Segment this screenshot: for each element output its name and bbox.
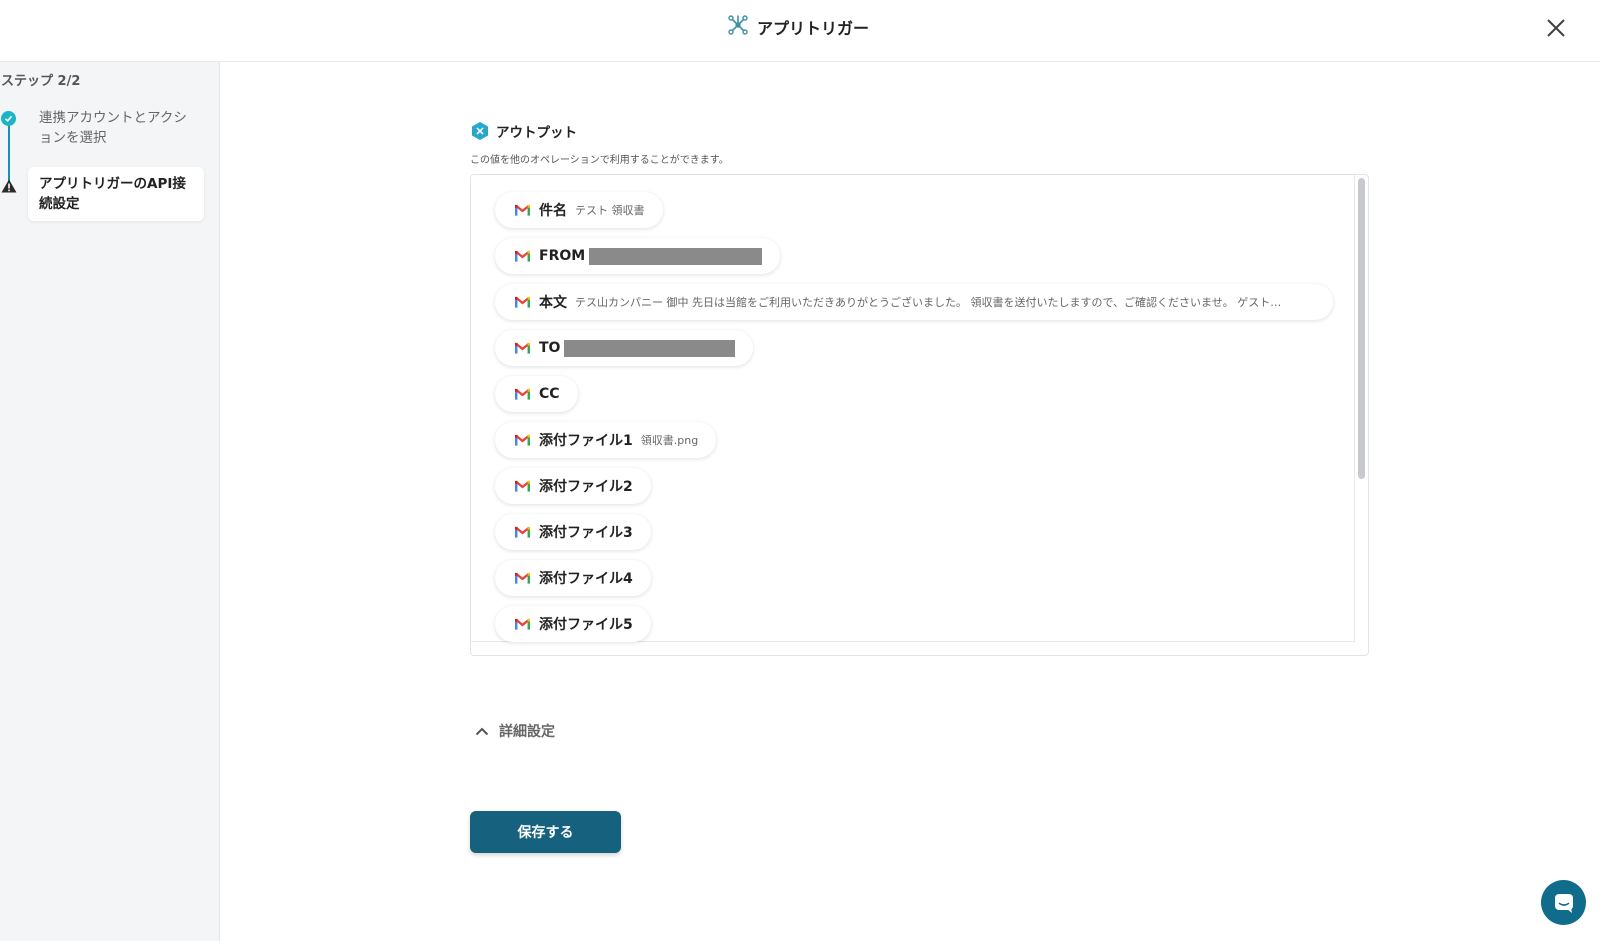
output-item-attachment-1[interactable]: 添付ファイル1 領収書.png (495, 422, 717, 458)
output-scrollbar-thumb[interactable] (1358, 178, 1365, 479)
header-title-text: アプリトリガー (757, 19, 870, 38)
output-item-label: FROM (539, 248, 586, 264)
output-item-label: 添付ファイル4 (539, 571, 633, 587)
output-item-to[interactable]: TO (495, 330, 754, 366)
close-icon (1547, 19, 1565, 37)
output-item-label: 添付ファイル1 (539, 433, 633, 449)
advanced-settings-label: 詳細設定 (499, 724, 555, 740)
output-item-label: TO (539, 340, 561, 356)
gmail-icon (515, 480, 530, 492)
save-button[interactable]: 保存する (470, 811, 621, 853)
gmail-icon (515, 204, 530, 216)
output-list-panel: 件名 テスト 領収書 FROM 本文 テス山カンパニー 御中 先日は当館をご利用… (470, 174, 1369, 656)
chevron-up-icon (475, 727, 489, 735)
output-item-label: CC (539, 386, 560, 402)
output-item-attachment-2[interactable]: 添付ファイル2 (495, 468, 651, 504)
steps-sidebar: ステップ 2/2 連携アカウントとアクションを選択 アプリトリガーのAPI接続設… (0, 62, 220, 941)
output-item-attachment-5[interactable]: 添付ファイル5 (495, 606, 651, 642)
output-item-subject[interactable]: 件名 テスト 領収書 (495, 192, 663, 228)
warning-icon (1, 179, 17, 193)
sidebar-step-select-account[interactable]: 連携アカウントとアクションを選択 (39, 108, 199, 148)
output-item-body[interactable]: 本文 テス山カンパニー 御中 先日は当館をご利用いただきありがとうございました。… (495, 284, 1333, 320)
redacted-value (564, 339, 736, 357)
gmail-icon (515, 296, 530, 308)
step-complete-check-icon (1, 111, 16, 126)
app-trigger-icon (727, 14, 749, 40)
gmail-icon (515, 572, 530, 584)
gmail-icon (515, 388, 530, 400)
output-description: この値を他のオペレーションで利用することができます。 (470, 155, 729, 166)
step-count: ステップ 2/2 (1, 74, 81, 89)
output-item-attachment-4[interactable]: 添付ファイル4 (495, 560, 651, 596)
output-heading: アウトプット (470, 121, 577, 141)
header-title: アプリトリガー (727, 14, 869, 40)
output-item-label: 件名 (539, 203, 567, 219)
gmail-icon (515, 526, 530, 538)
output-item-value: 領収書.png (640, 434, 699, 447)
chat-icon (1554, 893, 1573, 913)
gmail-icon (515, 434, 530, 446)
close-button[interactable] (1542, 14, 1570, 42)
output-badge-icon (472, 122, 488, 140)
output-item-attachment-3[interactable]: 添付ファイル3 (495, 514, 651, 550)
output-item-cc[interactable]: CC (495, 376, 578, 412)
output-item-label: 添付ファイル3 (539, 525, 633, 541)
output-item-label: 添付ファイル2 (539, 479, 633, 495)
top-header: アプリトリガー (0, 0, 1600, 62)
output-item-value: テス山カンパニー 御中 先日は当館をご利用いただきありがとうございました。 領収… (575, 296, 1282, 309)
output-title: アウトプット (496, 125, 577, 141)
output-item-label: 本文 (539, 295, 567, 311)
output-list: 件名 テスト 領収書 FROM 本文 テス山カンパニー 御中 先日は当館をご利用… (471, 175, 1355, 642)
output-item-from[interactable]: FROM (495, 238, 781, 274)
support-chat-button[interactable] (1541, 880, 1586, 925)
step-connector-line (8, 122, 10, 184)
gmail-icon (515, 618, 530, 630)
output-item-value: テスト 領収書 (575, 204, 645, 217)
gmail-icon (515, 342, 530, 354)
sidebar-step-api-settings[interactable]: アプリトリガーのAPI接続設定 (28, 167, 204, 221)
sidebar-step-api-settings-label: アプリトリガーのAPI接続設定 (39, 176, 186, 212)
gmail-icon (515, 250, 530, 262)
advanced-settings-toggle[interactable]: 詳細設定 (475, 720, 555, 742)
redacted-value (589, 247, 763, 265)
output-item-label: 添付ファイル5 (539, 617, 633, 633)
